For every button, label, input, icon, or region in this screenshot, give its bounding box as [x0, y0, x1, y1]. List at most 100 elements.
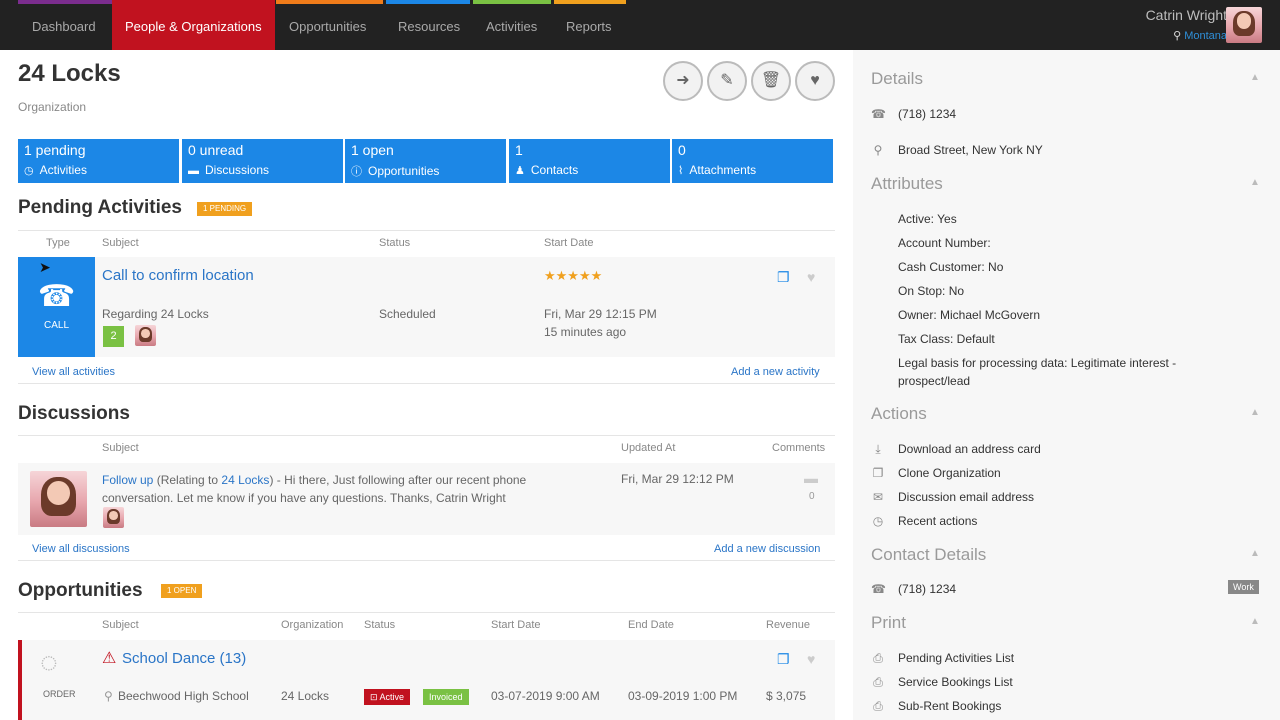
column-header-organization[interactable]: Organization — [281, 619, 343, 631]
discussion-subject-link[interactable]: Follow up — [102, 473, 153, 487]
activity-subject-link[interactable]: Call to confirm location — [102, 267, 254, 284]
heart-icon[interactable]: ♥ — [807, 269, 815, 285]
download-address-card-action[interactable]: Download an address card — [898, 442, 1041, 456]
collapse-chevron-icon[interactable]: ▲ — [1250, 616, 1260, 627]
details-phone[interactable]: (718) 1234 — [898, 107, 956, 121]
download-icon: ⤓ — [875, 442, 881, 456]
nav-people-organizations[interactable]: People & Organizations — [112, 0, 275, 50]
column-header-subject[interactable]: Subject — [102, 237, 139, 249]
discussion-updated-at: Fri, Mar 29 12:12 PM — [621, 472, 734, 486]
divider — [18, 560, 835, 561]
collapse-chevron-icon[interactable]: ▲ — [1250, 177, 1260, 188]
discussion-email-action[interactable]: Discussion email address — [898, 490, 1034, 504]
column-header-start-date[interactable]: Start Date — [544, 237, 594, 249]
chat-icon: ▬ — [188, 165, 199, 177]
column-header-subject[interactable]: Subject — [102, 442, 139, 454]
stat-label: ◷ Activities — [24, 163, 87, 177]
view-all-activities-link[interactable]: View all activities — [32, 366, 115, 378]
details-address[interactable]: Broad Street, New York NY — [898, 143, 1043, 157]
participant-avatar[interactable] — [103, 507, 124, 528]
heart-icon[interactable]: ♥ — [807, 651, 815, 667]
recent-actions-action[interactable]: Recent actions — [898, 514, 977, 528]
view-all-discussions-link[interactable]: View all discussions — [32, 543, 130, 555]
phone-icon: ☎ — [871, 107, 886, 121]
stat-contacts[interactable]: 1 ♟ Contacts — [509, 139, 670, 183]
edit-button[interactable]: ✎ — [707, 61, 747, 101]
details-heading[interactable]: Details — [871, 69, 923, 89]
back-button[interactable]: ➜ — [663, 61, 703, 101]
comment-icon: ▬ — [804, 470, 818, 486]
discussion-text: Follow up (Relating to 24 Locks) - Hi th… — [102, 471, 572, 507]
contact-details-heading[interactable]: Contact Details — [871, 545, 986, 565]
relating-org-link[interactable]: 24 Locks — [221, 473, 269, 487]
add-activity-link[interactable]: Add a new activity — [731, 366, 820, 378]
phone-icon: ☎ — [37, 280, 76, 313]
attribute-item: Cash Customer: No — [898, 260, 1004, 274]
stat-attachments[interactable]: 0 ⌇ Attachments — [672, 139, 833, 183]
print-heading[interactable]: Print — [871, 613, 906, 633]
activity-regarding: Regarding 24 Locks — [102, 307, 209, 321]
attribute-item: Active: Yes — [898, 212, 957, 226]
actions-heading[interactable]: Actions — [871, 404, 927, 424]
print-pending-activities[interactable]: Pending Activities List — [898, 651, 1014, 665]
column-header-status[interactable]: Status — [364, 619, 395, 631]
column-header-revenue[interactable]: Revenue — [766, 619, 810, 631]
attribute-item: Legal basis for processing data: Legitim… — [898, 356, 1177, 370]
add-discussion-link[interactable]: Add a new discussion — [714, 543, 820, 555]
author-avatar[interactable] — [30, 471, 87, 527]
status-invoiced-badge: Invoiced — [423, 689, 469, 705]
printer-icon: ⎙ — [873, 675, 883, 689]
mouse-cursor-icon: ➤ — [39, 259, 51, 275]
opportunity-revenue: $ 3,075 — [766, 689, 807, 703]
nav-opportunities[interactable]: Opportunities — [289, 0, 366, 50]
column-header-end-date[interactable]: End Date — [628, 619, 674, 631]
print-service-bookings[interactable]: Service Bookings List — [898, 675, 1013, 689]
nav-activities[interactable]: Activities — [486, 0, 537, 50]
rating-stars[interactable]: ★★★★★ — [544, 268, 602, 284]
assignee-avatar[interactable] — [135, 325, 156, 346]
activity-relative-time: 15 minutes ago — [544, 325, 627, 339]
email-icon: ✉ — [872, 490, 884, 504]
column-header-start-date[interactable]: Start Date — [491, 619, 541, 631]
call-type-tile[interactable]: ☎ CALL — [18, 257, 95, 357]
opportunity-subject-link[interactable]: School Dance (13) — [122, 650, 246, 667]
stat-label: ▬ Discussions — [188, 163, 270, 177]
attributes-heading[interactable]: Attributes — [871, 174, 943, 194]
nav-resources[interactable]: Resources — [398, 0, 460, 50]
delete-button[interactable]: 🗑 — [751, 61, 791, 101]
attribute-item: Owner: Michael McGovern — [898, 308, 1041, 322]
collapse-chevron-icon[interactable]: ▲ — [1250, 72, 1260, 83]
stat-label: ♟ Contacts — [515, 163, 579, 177]
divider — [18, 230, 835, 231]
user-location[interactable]: ⚲ Montana — [1173, 29, 1227, 42]
stat-label: ⌇ Attachments — [678, 163, 757, 177]
column-header-status[interactable]: Status — [379, 237, 410, 249]
status-active-badge: ⊡ Active — [364, 689, 411, 705]
stat-count: 0 — [678, 142, 686, 158]
exclamation-icon: ⓘ — [351, 166, 362, 178]
column-header-subject[interactable]: Subject — [102, 619, 139, 631]
collapse-chevron-icon[interactable]: ▲ — [1250, 548, 1260, 559]
user-avatar[interactable] — [1226, 7, 1262, 43]
column-header-comments[interactable]: Comments — [772, 442, 825, 454]
clone-organization-action[interactable]: Clone Organization — [898, 466, 1001, 480]
column-header-updated-at[interactable]: Updated At — [621, 442, 675, 454]
print-sub-rent-bookings[interactable]: Sub-Rent Bookings — [898, 699, 1001, 713]
stat-opportunities[interactable]: 1 open ⓘ Opportunities — [345, 139, 506, 183]
copy-icon[interactable]: ❐ — [777, 269, 790, 286]
attribute-item: prospect/lead — [898, 374, 971, 388]
favorite-button[interactable]: ♥ — [795, 61, 835, 101]
stat-discussions[interactable]: 0 unread ▬ Discussions — [182, 139, 343, 183]
collapse-chevron-icon[interactable]: ▲ — [1250, 407, 1260, 418]
stat-activities[interactable]: 1 pending ◷ Activities — [18, 139, 179, 183]
order-progress-icon: ◌ — [40, 646, 58, 679]
pending-badge: 1 PENDING — [197, 202, 253, 216]
column-header-type[interactable]: Type — [46, 237, 70, 249]
nav-dashboard[interactable]: Dashboard — [32, 0, 96, 50]
clock-icon: ◷ — [872, 514, 884, 528]
nav-reports[interactable]: Reports — [566, 0, 612, 50]
contact-phone[interactable]: (718) 1234 — [898, 582, 956, 596]
copy-icon[interactable]: ❐ — [777, 651, 790, 668]
pending-activities-heading: Pending Activities — [18, 197, 182, 218]
user-name[interactable]: Catrin Wright — [1146, 7, 1227, 23]
